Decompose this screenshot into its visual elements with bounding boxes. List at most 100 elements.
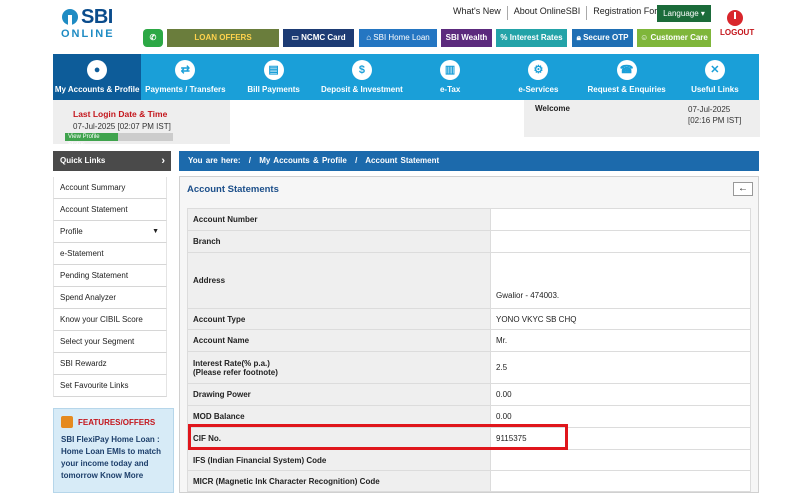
nav-deposit-investment[interactable]: $ Deposit & Investment	[318, 54, 406, 100]
quick-links-title: Quick Links	[60, 156, 106, 165]
top-links: What's New About OnlineSBI Registration …	[447, 6, 675, 20]
table-row: Account Number	[187, 208, 751, 231]
about-onlinesbi-link[interactable]: About OnlineSBI	[508, 6, 588, 20]
services-icon: ⚙	[528, 60, 549, 80]
nav-label: Payments / Transfers	[145, 85, 226, 94]
branch-value	[490, 230, 751, 253]
interest-rates-label: Interest Rates	[509, 33, 563, 42]
nav-e-services[interactable]: ⚙ e-Services	[494, 54, 582, 100]
features-offers-box: FEATURES/OFFERS SBI FlexiPay Home Loan :…	[53, 408, 174, 493]
welcome-datetime: 07-Jul-2025 [02:16 PM IST]	[688, 104, 741, 126]
tax-icon: ▥	[440, 60, 461, 80]
quick-links-header[interactable]: Quick Links ›	[53, 151, 171, 171]
percent-icon: %	[500, 33, 510, 42]
whats-new-link[interactable]: What's New	[447, 6, 508, 20]
nav-label: e-Services	[518, 85, 559, 94]
nav-my-accounts-profile[interactable]: ● My Accounts & Profile	[53, 54, 142, 100]
nav-label: Bill Payments	[247, 85, 300, 94]
breadcrumb-account-statement: Account Statement	[365, 156, 440, 165]
home-loan-label: SBI Home Loan	[373, 33, 430, 42]
back-arrow-icon[interactable]: ←	[733, 182, 753, 196]
address-value: Gwalior - 474003.	[490, 252, 751, 309]
account-number-label: Account Number	[187, 208, 491, 231]
table-row: Address Gwalior - 474003.	[187, 252, 751, 309]
whatsapp-icon[interactable]: ✆	[143, 29, 163, 47]
nav-request-enquiries[interactable]: ☎ Request & Enquiries	[583, 54, 671, 100]
tag-icon	[61, 416, 73, 428]
drawing-power-label: Drawing Power	[187, 383, 491, 406]
menu-account-summary[interactable]: Account Summary	[53, 177, 167, 199]
table-row: Account Type YONO VKYC SB CHQ	[187, 308, 751, 330]
sbi-wealth-banner[interactable]: SBI Wealth	[441, 29, 492, 47]
interest-rate-label: Interest Rate(% p.a.) (Please refer footn…	[187, 351, 491, 384]
ifs-code-label: IFS (Indian Financial System) Code	[187, 449, 491, 471]
interest-rates-banner[interactable]: % Interest Rates	[496, 29, 567, 47]
profile-status-bar[interactable]: View Profile Status	[65, 133, 173, 148]
menu-profile-label: Profile	[60, 227, 83, 236]
home-loan-banner[interactable]: ⌂ SBI Home Loan	[359, 29, 437, 47]
logout-button[interactable]: LOGOUT	[720, 10, 754, 37]
menu-account-statement[interactable]: Account Statement	[53, 199, 167, 221]
language-dropdown[interactable]: Language ▾	[657, 5, 711, 22]
menu-sbi-rewardz[interactable]: SBI Rewardz	[53, 353, 167, 375]
nav-e-tax[interactable]: ▥ e-Tax	[406, 54, 494, 100]
headset-icon: ☺	[640, 33, 651, 42]
drawing-power-value: 0.00	[490, 383, 751, 406]
nav-bill-payments[interactable]: ▤ Bill Payments	[230, 54, 318, 100]
interest-rate-title: Interest Rate(% p.a.)	[193, 358, 270, 368]
menu-cibil-score[interactable]: Know your CIBIL Score	[53, 309, 167, 331]
features-offer-link[interactable]: SBI FlexiPay Home Loan : Home Loan EMIs …	[61, 434, 171, 482]
micr-code-label: MICR (Magnetic Ink Character Recognition…	[187, 470, 491, 492]
table-row: Interest Rate(% p.a.) (Please refer footn…	[187, 351, 751, 384]
customer-care-banner[interactable]: ☺ Customer Care	[637, 29, 711, 47]
secure-otp-banner[interactable]: 🔒︎ Secure OTP	[572, 29, 633, 47]
nav-label: e-Tax	[439, 85, 461, 94]
menu-profile[interactable]: Profile ▼	[53, 221, 167, 243]
sbi-wealth-label: SBI Wealth	[445, 33, 488, 42]
links-icon: ✕	[704, 60, 725, 80]
ncmc-card-icon: ▭	[291, 33, 302, 42]
welcome-date: 07-Jul-2025	[688, 105, 731, 114]
panel-title: Account Statements	[187, 184, 279, 195]
logout-label: LOGOUT	[720, 28, 755, 37]
bill-icon: ▤	[263, 60, 284, 80]
menu-select-segment[interactable]: Select your Segment	[53, 331, 167, 353]
account-type-label: Account Type	[187, 308, 491, 330]
menu-pending-statement[interactable]: Pending Statement	[53, 265, 167, 287]
menu-favourite-links[interactable]: Set Favourite Links	[53, 375, 167, 397]
cif-highlight-box	[188, 424, 568, 450]
account-number-value	[490, 208, 751, 231]
ncmc-card-label: NCMC Card	[301, 33, 346, 42]
power-icon	[727, 10, 743, 26]
phone-icon: ☎	[616, 60, 637, 80]
table-row: Branch	[187, 230, 751, 253]
account-type-value: YONO VKYC SB CHQ	[490, 308, 751, 330]
loan-offers-banner[interactable]: LOAN OFFERS	[167, 29, 279, 47]
breadcrumb: You are here: / My Accounts & Profile / …	[179, 151, 759, 171]
user-icon: ●	[87, 60, 108, 80]
features-title: FEATURES/OFFERS	[78, 418, 156, 427]
left-menu: Account Summary Account Statement Profil…	[53, 177, 167, 397]
nav-label: My Accounts & Profile	[54, 85, 140, 94]
menu-e-statement[interactable]: e-Statement	[53, 243, 167, 265]
ifs-code-value	[490, 449, 751, 471]
investment-icon: $	[351, 60, 372, 80]
profile-status-label: View Profile Status	[65, 133, 118, 148]
interest-rate-footnote: (Please refer footnote)	[193, 367, 278, 377]
breadcrumb-separator: /	[248, 156, 252, 165]
menu-spend-analyzer[interactable]: Spend Analyzer	[53, 287, 167, 309]
nav-useful-links[interactable]: ✕ Useful Links	[671, 54, 759, 100]
nav-label: Useful Links	[691, 85, 739, 94]
nav-label: Deposit & Investment	[320, 85, 403, 94]
ncmc-card-banner[interactable]: ▭ NCMC Card	[283, 29, 354, 47]
last-login-value: 07-Jul-2025 [02:07 PM IST]	[73, 122, 171, 131]
chevron-right-icon: ›	[161, 155, 165, 167]
main-navigation: ● My Accounts & Profile ⇄ Payments / Trans…	[53, 54, 759, 100]
table-row: Drawing Power 0.00	[187, 383, 751, 406]
sbi-online-logo[interactable]: SBI ONLINE	[60, 6, 130, 42]
nav-payments-transfers[interactable]: ⇄ Payments / Transfers	[141, 54, 229, 100]
welcome-time: [02:16 PM IST]	[688, 116, 742, 125]
micr-code-value	[490, 470, 751, 492]
breadcrumb-my-accounts[interactable]: My Accounts & Profile	[259, 156, 347, 165]
branch-label: Branch	[187, 230, 491, 253]
